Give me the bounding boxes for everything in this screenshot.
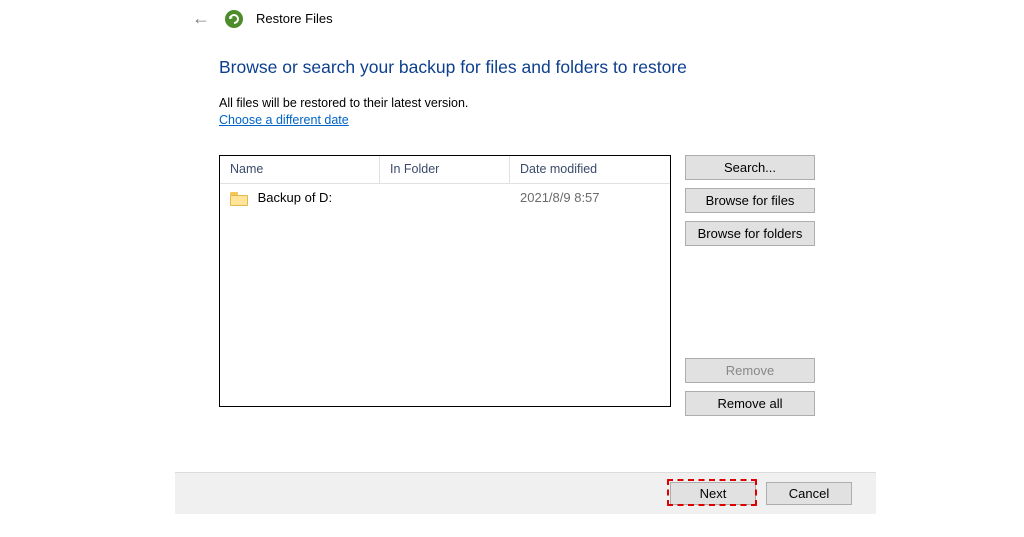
choose-different-date-link[interactable]: Choose a different date [219,113,349,127]
item-name: Backup of D: [258,190,332,205]
cancel-button[interactable]: Cancel [766,482,852,505]
back-arrow-icon[interactable]: ← [190,8,212,29]
column-in-folder[interactable]: In Folder [380,156,510,183]
folder-icon [230,192,248,206]
column-name[interactable]: Name [220,156,380,183]
search-button[interactable]: Search... [685,155,815,180]
item-date-modified: 2021/8/9 8:57 [510,190,670,205]
list-item[interactable]: Backup of D: 2021/8/9 8:57 [220,184,670,212]
remove-all-button[interactable]: Remove all [685,391,815,416]
header-bar: ← Restore Files [0,0,1024,33]
column-date-modified[interactable]: Date modified [510,156,670,183]
side-buttons: Search... Browse for files Browse for fo… [685,155,815,416]
next-button[interactable]: Next [670,482,756,505]
footer-bar: Next Cancel [175,472,876,514]
page-heading: Browse or search your backup for files a… [219,57,1024,78]
browse-folders-button[interactable]: Browse for folders [685,221,815,246]
window-title: Restore Files [256,11,333,26]
files-listview[interactable]: Name In Folder Date modified Backup of D… [219,155,671,407]
restore-files-icon [224,9,244,29]
remove-button: Remove [685,358,815,383]
browse-files-button[interactable]: Browse for files [685,188,815,213]
restore-version-note: All files will be restored to their late… [219,96,1024,110]
listview-header: Name In Folder Date modified [220,156,670,184]
